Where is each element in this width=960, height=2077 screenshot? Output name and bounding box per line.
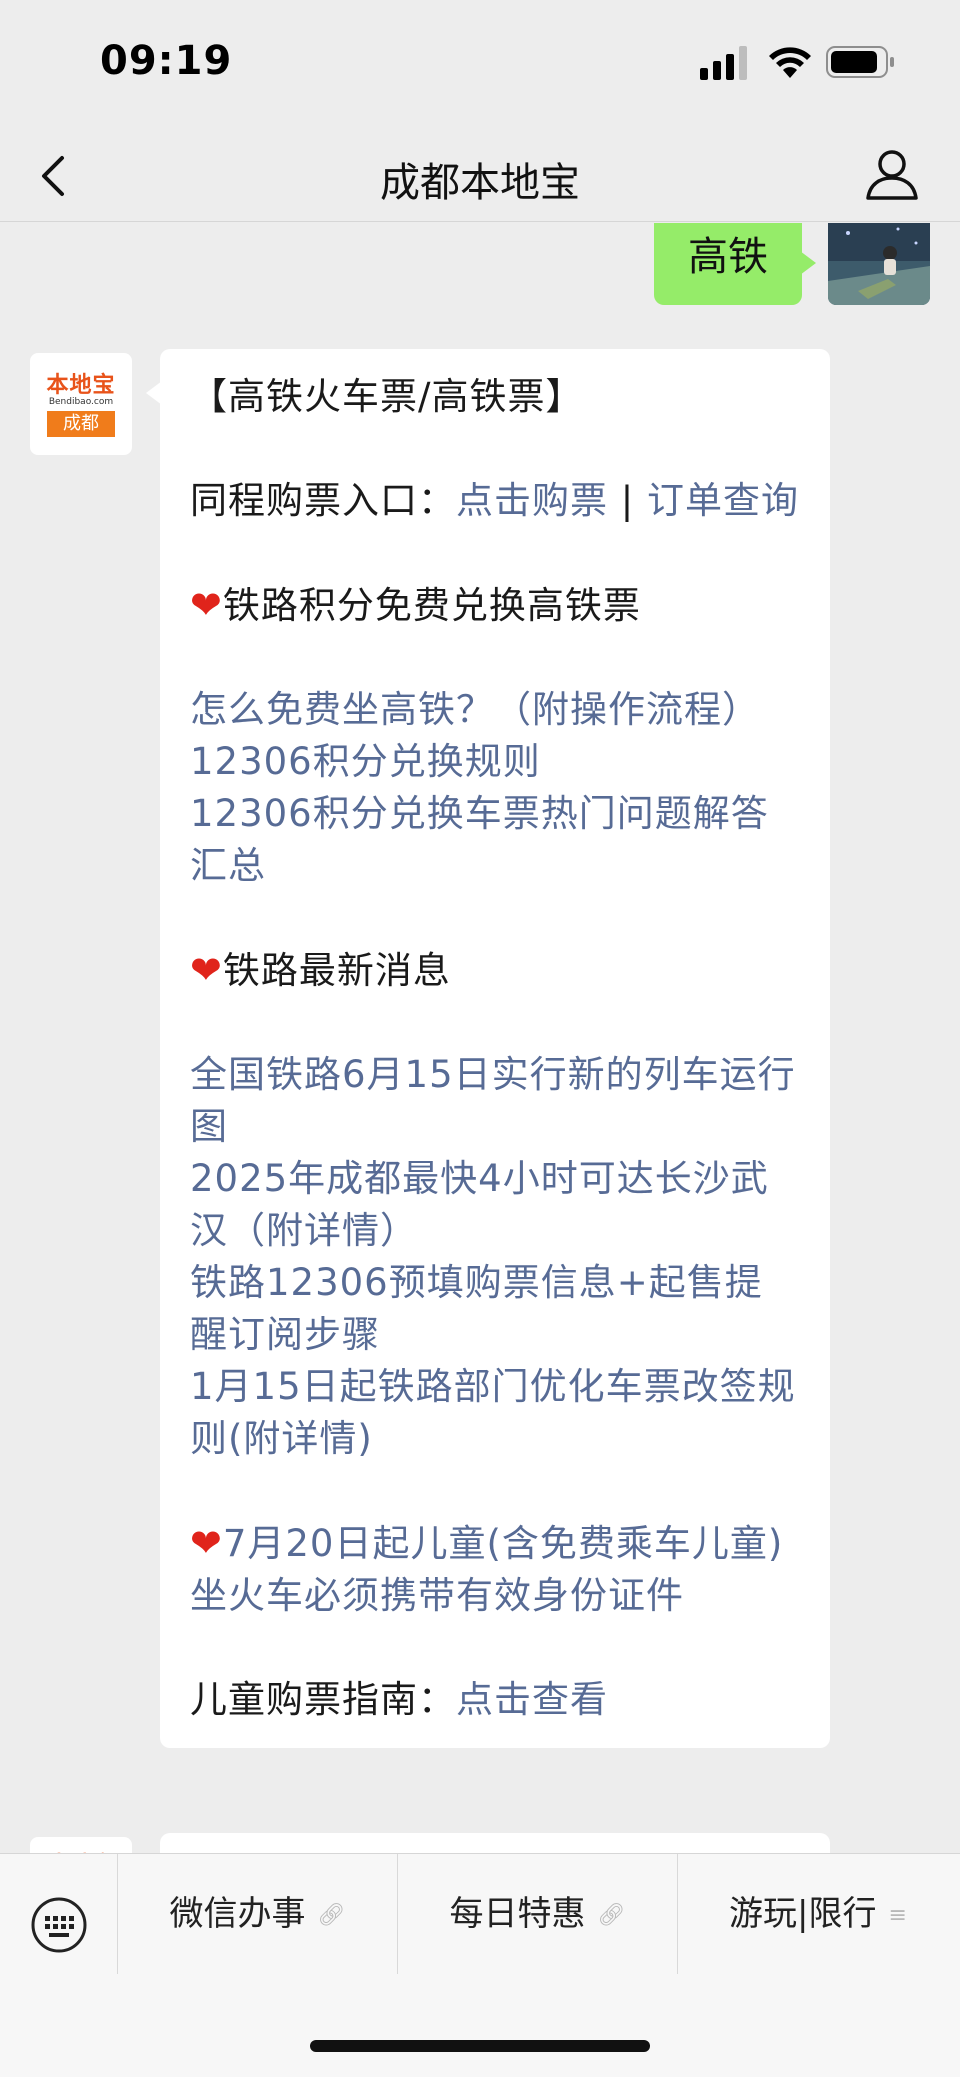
section-news-title: ❤铁路最新消息 bbox=[190, 944, 800, 997]
purchase-row: 同程购票入口：点击购票 | 订单查询 bbox=[190, 475, 800, 527]
menu-item-wechat-services[interactable]: 微信办事 🔗︎ bbox=[118, 1854, 398, 1974]
chat-area[interactable]: 高铁 本地宝 Bendibao.com 成都 【高铁火车票/高铁票】 同程购票入… bbox=[0, 223, 960, 1853]
keyboard-toggle-button[interactable] bbox=[0, 1854, 118, 1974]
link-news-rebook-rules[interactable]: 1月15日起铁路部门优化车票改签规则(附详情) bbox=[190, 1361, 800, 1465]
section-points-title-text: 铁路积分免费兑换高铁票 bbox=[222, 584, 641, 627]
purchase-label: 同程购票入口： bbox=[190, 479, 456, 522]
order-query-link[interactable]: 订单查询 bbox=[647, 479, 799, 522]
home-indicator[interactable] bbox=[310, 2040, 650, 2052]
menu-item-daily-deals[interactable]: 每日特惠 🔗︎ bbox=[398, 1854, 678, 1974]
official-account-avatar[interactable]: 本地宝 Bendibao.com 成都 bbox=[30, 353, 132, 455]
link-news-12306-prefill[interactable]: 铁路12306预填购票信息+起售提醒订阅步骤 bbox=[190, 1257, 800, 1361]
link-points-faq[interactable]: 12306积分兑换车票热门问题解答汇总 bbox=[190, 788, 800, 892]
children-guide-label: 儿童购票指南： bbox=[190, 1678, 456, 1721]
page-title: 成都本地宝 bbox=[380, 160, 580, 206]
keyboard-icon bbox=[31, 1897, 87, 1953]
children-guide-link[interactable]: 点击查看 bbox=[456, 1678, 608, 1721]
heart-icon: ❤ bbox=[190, 1521, 223, 1565]
section-points-links: 怎么免费坐高铁？（附操作流程） 12306积分兑换规则 12306积分兑换车票热… bbox=[190, 684, 800, 892]
link-separator: | bbox=[608, 479, 647, 522]
link-icon: 🔗︎ bbox=[597, 1902, 626, 1928]
link-news-chengdu-changsha[interactable]: 2025年成都最快4小时可达长沙武汉（附详情） bbox=[190, 1153, 800, 1257]
avatar-brand: 本地宝 bbox=[46, 373, 116, 398]
link-children-id-notice[interactable]: 7月20日起儿童(含免费乘车儿童)坐火车必须携带有效身份证件 bbox=[190, 1522, 783, 1617]
cellular-signal-icon bbox=[700, 46, 747, 80]
avatar-domain: Bendibao.com bbox=[48, 397, 114, 407]
link-icon: 🔗︎ bbox=[317, 1902, 346, 1928]
link-points-rules[interactable]: 12306积分兑换规则 bbox=[190, 736, 800, 788]
menu-item-label: 每日特惠 bbox=[449, 1894, 586, 1934]
purchase-link[interactable]: 点击购票 bbox=[456, 479, 608, 522]
bot-message-bubble: 【高铁火车票/高铁票】 同程购票入口：点击购票 | 订单查询 ❤铁路积分免费兑换… bbox=[146, 349, 830, 1748]
user-avatar[interactable] bbox=[828, 223, 930, 305]
menu-item-label: 微信办事 bbox=[169, 1894, 306, 1934]
section-children-notice: ❤7月20日起儿童(含免费乘车儿童)坐火车必须携带有效身份证件 bbox=[190, 1517, 800, 1622]
profile-icon[interactable] bbox=[864, 144, 920, 204]
bot-message-bubble-next bbox=[160, 1833, 830, 1853]
section-news-title-text: 铁路最新消息 bbox=[222, 949, 451, 992]
submenu-icon: ≡ bbox=[888, 1902, 907, 1928]
wifi-icon bbox=[769, 47, 811, 78]
heart-icon: ❤ bbox=[190, 948, 223, 992]
link-free-ride-guide[interactable]: 怎么免费坐高铁？（附操作流程） bbox=[190, 684, 800, 736]
menu-item-travel-restrictions[interactable]: 游玩|限行 ≡ bbox=[678, 1854, 958, 1974]
heart-icon: ❤ bbox=[190, 583, 223, 627]
avatar-city: 成都 bbox=[47, 411, 115, 437]
children-guide-row: 儿童购票指南：点击查看 bbox=[190, 1674, 800, 1726]
user-message-bubble[interactable]: 高铁 bbox=[654, 223, 816, 305]
section-news-links: 全国铁路6月15日实行新的列车运行图 2025年成都最快4小时可达长沙武汉（附详… bbox=[190, 1049, 800, 1465]
status-time: 09:19 bbox=[100, 38, 233, 84]
navigation-bar: 成都本地宝 bbox=[0, 130, 960, 222]
battery-icon bbox=[826, 46, 894, 78]
message-header: 【高铁火车票/高铁票】 bbox=[190, 375, 584, 418]
status-bar: 09:19 bbox=[0, 0, 960, 130]
official-account-avatar[interactable]: 本地宝 bbox=[30, 1837, 132, 1853]
wechat-chat-screen: 09:19 成都本地宝 高铁 本地宝 Bendibao.com 成都 【高铁火车… bbox=[0, 0, 960, 2077]
link-news-timetable[interactable]: 全国铁路6月15日实行新的列车运行图 bbox=[190, 1049, 800, 1153]
menu-item-label: 游玩|限行 bbox=[729, 1894, 877, 1934]
section-points-title: ❤铁路积分免费兑换高铁票 bbox=[190, 579, 800, 632]
